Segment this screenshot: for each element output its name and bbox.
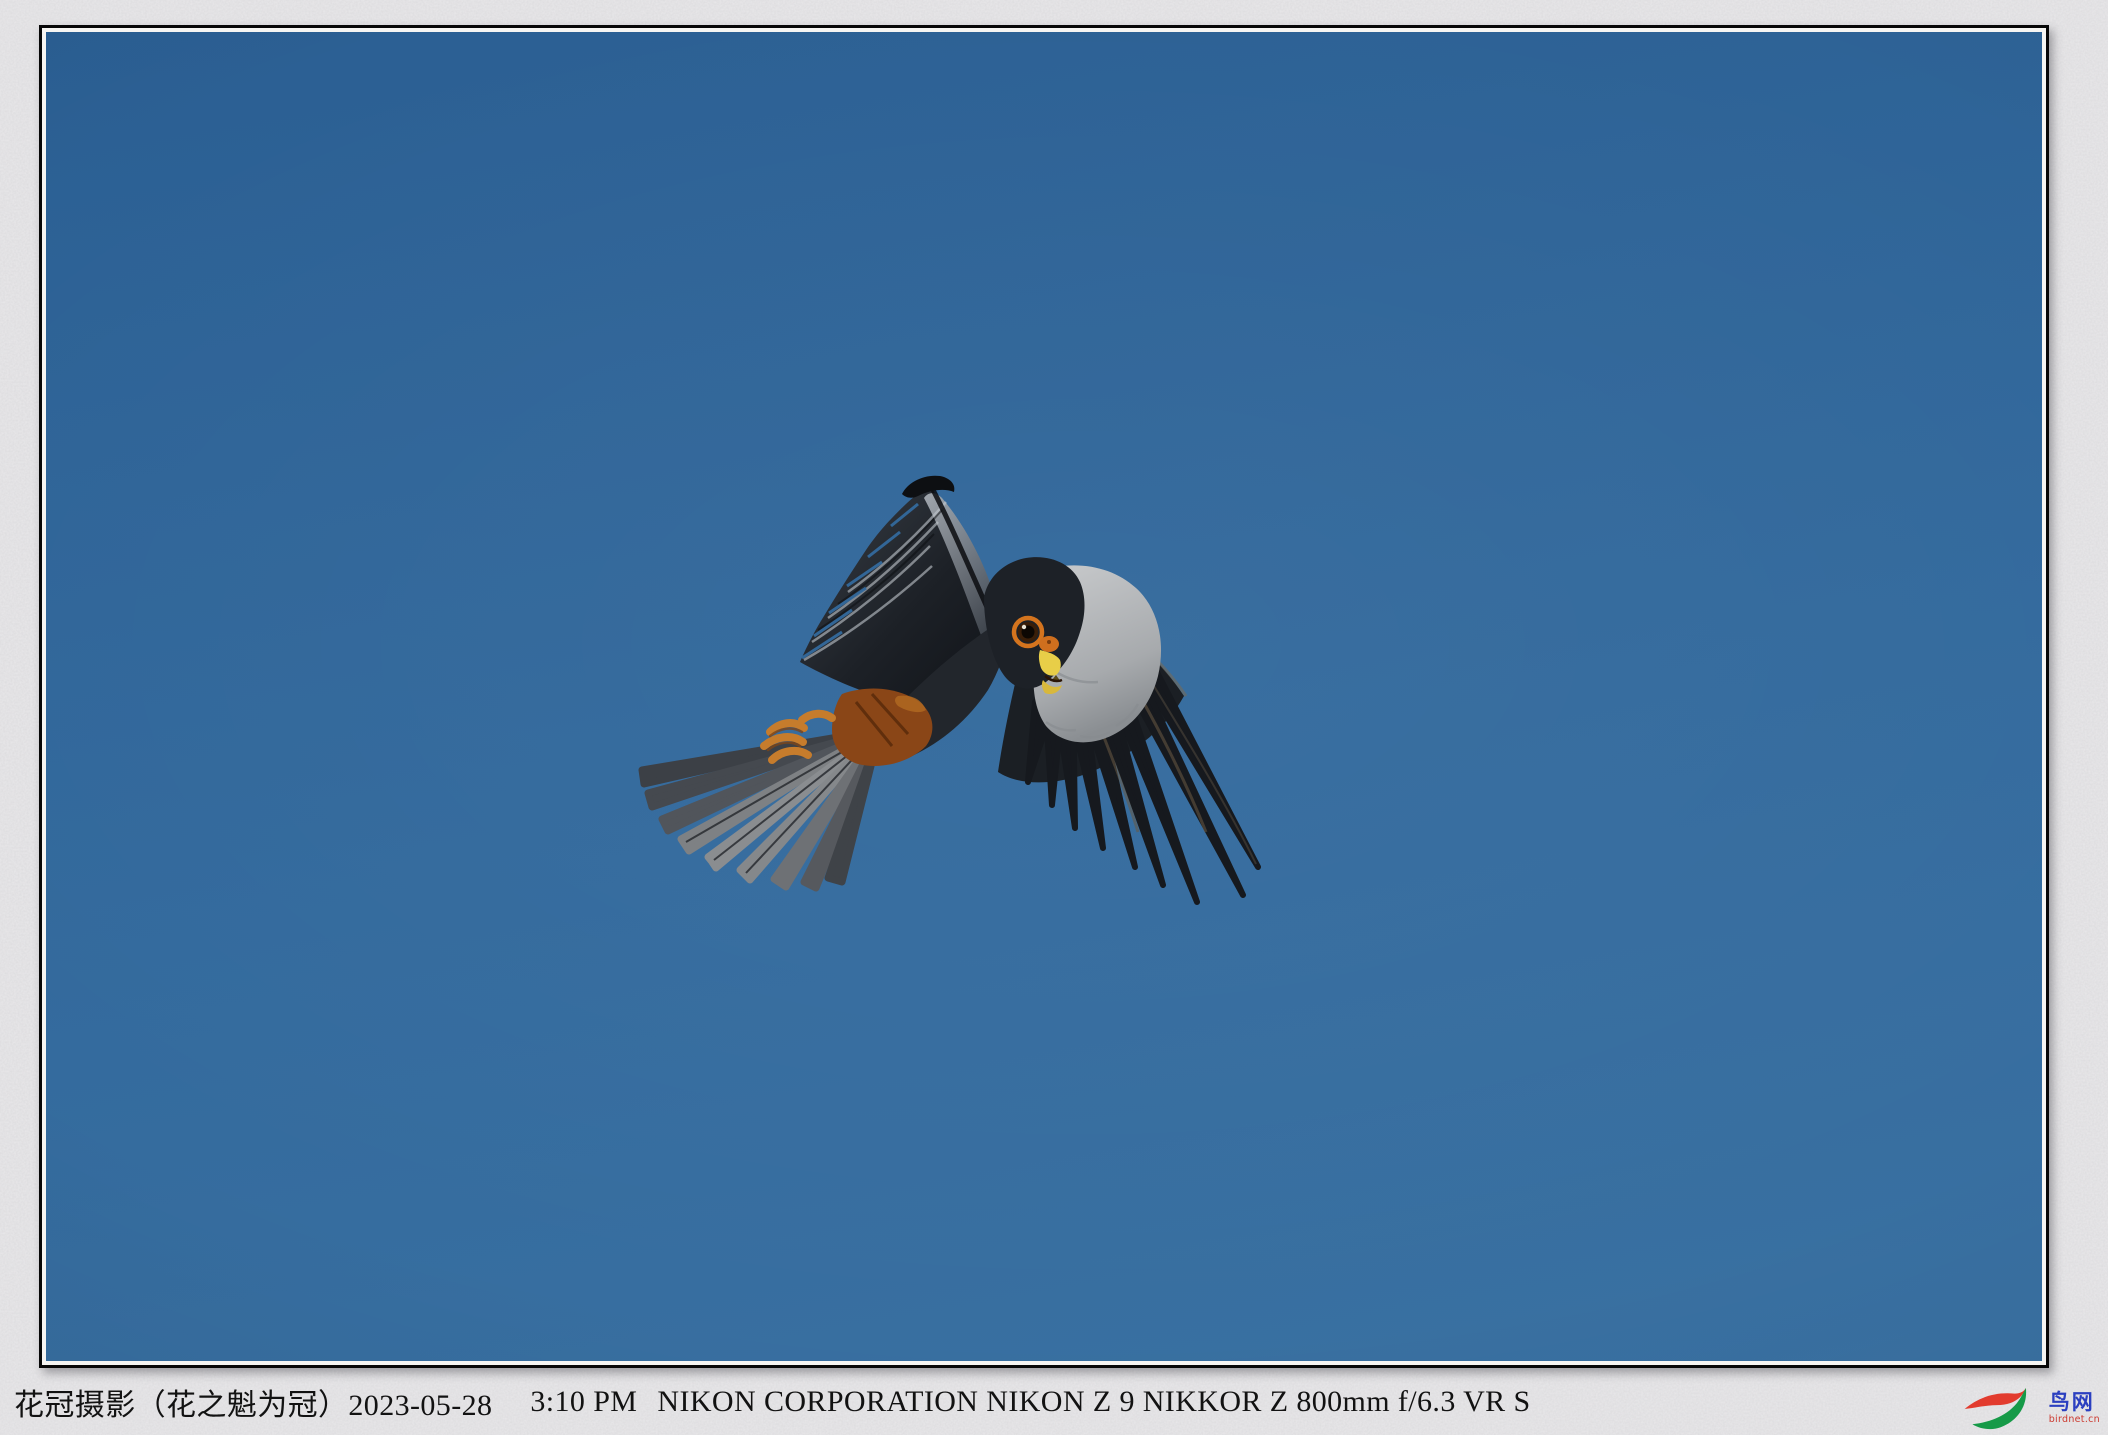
caption-time: 3:10 PM: [530, 1385, 637, 1419]
caption-bar: 花冠摄影（花之魁为冠）2023-05-28 3:10 PM NIKON CORP…: [14, 1368, 1914, 1435]
caption-camera-info: NIKON CORPORATION NIKON Z 9 NIKKOR Z 800…: [657, 1385, 1530, 1419]
birdnet-logo-name: 鸟网: [2049, 1392, 2095, 1413]
birdnet-swoosh-icon: [1959, 1384, 2045, 1432]
birdnet-logo-domain: birdnet.cn: [2049, 1415, 2100, 1425]
photo-mat: [42, 28, 2046, 1365]
birdnet-logo: 鸟网 birdnet.cn: [1959, 1383, 2100, 1433]
falcon-vent-and-feet: [764, 689, 932, 766]
caption-studio-date: 花冠摄影（花之魁为冠）2023-05-28: [14, 1380, 492, 1424]
photo-frame: [39, 25, 2049, 1368]
photo: [46, 32, 2042, 1361]
falcon-illustration: [46, 32, 2042, 1361]
